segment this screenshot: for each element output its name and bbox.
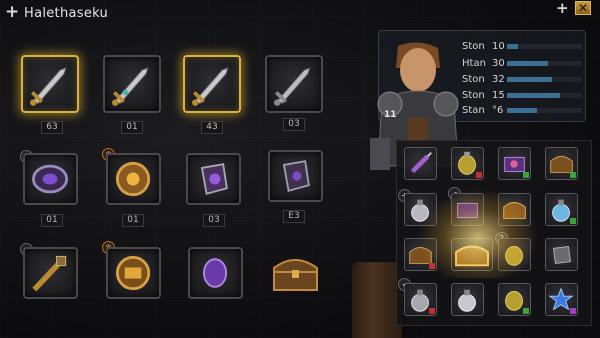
inventory-slot[interactable] [545, 238, 578, 271]
stat-fill [507, 61, 549, 66]
inventory-slot[interactable] [545, 147, 578, 180]
rarity-marker [429, 263, 435, 269]
stash-slot-gem[interactable] [188, 247, 243, 299]
orb-armor-icon [115, 255, 151, 291]
rarity-marker [570, 308, 576, 314]
stash-slot-orb-armor[interactable] [106, 153, 161, 205]
purple-chest-icon [457, 202, 478, 218]
gem-icon [203, 258, 228, 288]
bracer-icon [32, 164, 69, 194]
stash-count: 01 [41, 214, 63, 227]
stat-row: Ston 32 [462, 74, 586, 86]
stat-value: 32 [492, 74, 505, 85]
inventory-slot[interactable] [404, 238, 437, 271]
stash-slot-bracer[interactable] [23, 153, 78, 205]
stat-row: Stan °6 [462, 105, 586, 117]
stash-slot-sword-4[interactable] [265, 55, 323, 113]
inventory-slot[interactable] [404, 283, 437, 316]
stat-bar [507, 77, 582, 82]
inventory-slot[interactable] [451, 147, 484, 180]
stat-bar [507, 93, 582, 98]
hero-level: 11 [384, 110, 397, 120]
gauntlet-icon [200, 163, 228, 195]
stat-label: Stan [462, 105, 485, 116]
inventory-slot[interactable] [404, 193, 437, 226]
stat-bar [507, 44, 582, 49]
stat-value: 15 [492, 90, 505, 101]
chest-icon [273, 259, 318, 291]
stash-slot-sword-3[interactable] [183, 55, 241, 113]
inventory-slot-highlight[interactable] [451, 238, 493, 271]
stash-slot-sword-1[interactable] [21, 55, 79, 113]
page-title: Halethaseku [24, 6, 109, 21]
stash-slot-chest[interactable] [268, 250, 323, 298]
stat-value: 30 [492, 58, 505, 69]
gold-chest-icon [455, 245, 489, 267]
rarity-marker [570, 172, 576, 178]
lantern-icon [505, 246, 523, 266]
stat-label: Ston [462, 74, 485, 85]
stash-count: 43 [201, 121, 223, 134]
potion-icon [411, 199, 429, 222]
stash-slot-mace[interactable] [23, 247, 78, 299]
stash-count: 03 [283, 118, 305, 131]
inventory-slot[interactable] [451, 193, 484, 226]
stat-bar [507, 61, 582, 66]
stash-count: 03 [203, 214, 225, 227]
syringe-icon [410, 152, 432, 174]
rarity-marker [476, 172, 482, 178]
orb-armor-icon [115, 161, 151, 197]
sword-icon [111, 67, 149, 106]
stash-count: E3 [283, 210, 305, 223]
mace-icon [32, 255, 67, 292]
rarity-marker [523, 172, 529, 178]
stash-count: 01 [122, 214, 144, 227]
sword-icon [191, 67, 229, 106]
stash-slot-orb-armor-2[interactable] [106, 247, 161, 299]
add-icon-right[interactable]: + [556, 1, 569, 16]
stat-label: Ston [462, 90, 485, 101]
rarity-marker [570, 218, 576, 224]
inventory-slot[interactable] [498, 147, 531, 180]
stat-row: Ston 15 [462, 90, 586, 102]
stash-count: 63 [41, 121, 63, 134]
stat-value: °6 [492, 105, 504, 116]
sword-icon [273, 67, 311, 106]
stat-row: Htan 30 [462, 58, 586, 70]
stat-fill [507, 77, 552, 82]
stat-fill [507, 108, 537, 113]
gauntlet-icon [282, 160, 310, 192]
stash-slot-gauntlet-2[interactable] [268, 150, 323, 202]
chest-icon [503, 201, 526, 219]
add-icon[interactable]: + [5, 4, 19, 21]
top-bar: + Halethaseku + ✕ [0, 0, 600, 28]
stat-value: 10 [492, 41, 505, 52]
inventory-slot[interactable] [498, 193, 531, 226]
rarity-marker [429, 308, 435, 314]
barrel-decoration [352, 262, 402, 338]
stat-label: Ston [462, 41, 485, 52]
rarity-marker [523, 308, 529, 314]
stash-count: 01 [121, 121, 143, 134]
stash-slot-sword-2[interactable] [103, 55, 161, 113]
gauntlet-icon [552, 245, 571, 264]
stat-row: Ston 10 [462, 41, 586, 53]
inventory-slot[interactable] [498, 283, 531, 316]
stat-label: Htan [462, 58, 486, 69]
inventory-slot[interactable] [498, 238, 531, 271]
inventory-slot[interactable] [404, 147, 437, 180]
stat-fill [507, 44, 519, 49]
potion-icon [458, 289, 476, 312]
close-button[interactable]: ✕ [575, 1, 591, 15]
stash-slot-gauntlet[interactable] [186, 153, 241, 205]
inventory-slot[interactable] [545, 283, 578, 316]
inventory-slot[interactable] [451, 283, 484, 316]
inventory-slot[interactable] [545, 193, 578, 226]
stat-fill [507, 93, 560, 98]
sword-icon [29, 67, 67, 106]
stat-bar [507, 108, 582, 113]
